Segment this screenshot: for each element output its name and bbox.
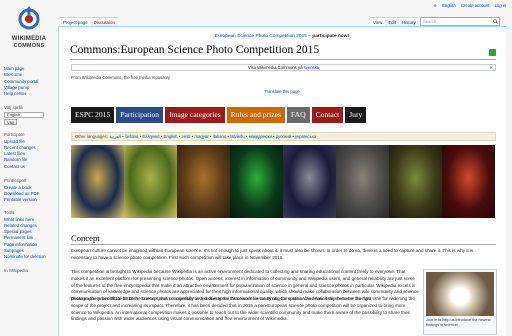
logo-wordmark-line1: WIKIMEDIA <box>11 36 47 42</box>
competition-banner: European Science Photo Competition 2015 … <box>59 34 505 39</box>
language-notice: Visa Wikimedia Commons på svenska ✕ <box>71 64 496 71</box>
language-heading: Välj språk <box>4 105 24 110</box>
photo-bacteria[interactable] <box>442 145 495 218</box>
search-input[interactable]: Search <box>420 17 500 26</box>
concept-heading: Concept <box>71 233 100 243</box>
personal-tools: ⊕ English Create account Log in <box>429 3 506 8</box>
globe-icon[interactable]: ⊕ <box>433 3 437 8</box>
photo-forest[interactable] <box>389 145 442 218</box>
log-in-link[interactable]: Log in <box>495 3 506 8</box>
concept-divider <box>71 244 496 245</box>
language-notice-link[interactable]: svenska <box>304 65 319 70</box>
tab-view[interactable]: View <box>370 17 386 26</box>
photo-fluorescence[interactable] <box>230 145 283 218</box>
nav-button-participation[interactable]: Participation <box>116 107 164 123</box>
commons-logo-icon <box>18 6 40 30</box>
sidebar-print-export: Print/export Create a book Download as P… <box>4 178 39 203</box>
photo-crystal[interactable] <box>71 145 124 218</box>
language-link[interactable]: English <box>442 3 456 8</box>
concept-paragraph-3: Between the years 2011–2013 the concept … <box>71 296 415 322</box>
other-languages-bar: Other languages: العربية • čeština • Ελλ… <box>71 132 496 141</box>
sidebar: WIKIMEDIA COMMONS Main page Welcome Comm… <box>0 0 58 336</box>
content-area: European Science Photo Competition 2015 … <box>58 26 506 336</box>
banner-title-link[interactable]: European Science Photo Competition 2015 <box>215 34 307 39</box>
sidebar-item-nominate-deletion[interactable]: Nominate for deletion <box>4 254 46 260</box>
concept-paragraph-1: European culture cannot be imagined with… <box>71 248 474 260</box>
tab-discussion[interactable]: Discussion <box>90 17 118 26</box>
title-divider <box>70 59 496 60</box>
banner-note: – participate now! <box>306 34 350 39</box>
nav-button-rules-and-prizes[interactable]: Rules and prizes <box>226 107 285 123</box>
sidebar-tools: Tools What links here Related changes Sp… <box>4 210 46 261</box>
thumbnail-caption: Join in to help us introduce the newest … <box>426 318 491 327</box>
nav-button-image-categories[interactable]: Image categories <box>165 107 225 123</box>
photo-seeds[interactable] <box>177 145 230 218</box>
participate-heading: Participate <box>4 132 25 137</box>
close-icon[interactable]: ✕ <box>489 65 493 71</box>
thumbnail-image[interactable] <box>426 272 494 316</box>
language-notice-text: Visa Wikimedia Commons på <box>247 65 304 70</box>
sidebar-participate: Participate Upload file Recent changes L… <box>4 132 36 170</box>
location-icon[interactable] <box>489 49 496 56</box>
other-languages-label: Other languages: <box>75 134 108 139</box>
nav-button-espc-2015[interactable]: ESPC 2015 <box>71 107 115 123</box>
other-languages-list[interactable]: العربية • čeština • Ελληνικά • English •… <box>109 134 316 139</box>
sidebar-item-printable-version[interactable]: Printable version <box>4 197 39 203</box>
in-wikipedia-heading: In Wikipedia <box>4 268 28 273</box>
wikimedia-commons-logo[interactable]: WIKIMEDIA COMMONS <box>4 2 54 60</box>
tab-project-page[interactable]: Project page <box>60 17 91 26</box>
nav-button-faq[interactable]: FAQ <box>286 107 310 123</box>
competition-nav: ESPC 2015 Participation Image categories Ru… <box>71 107 368 123</box>
photo-gallery <box>71 145 495 218</box>
sidebar-item-help-center[interactable]: Help center <box>4 91 38 97</box>
translate-link[interactable]: Translate this page <box>59 89 505 94</box>
language-apply-button[interactable]: Välj <box>4 118 17 125</box>
thumbnail: Join in to help us introduce the newest … <box>423 269 497 335</box>
logo-wordmark-line2: COMMONS <box>13 43 45 49</box>
sidebar-main-nav: Main page Welcome Community portal Villa… <box>4 66 38 97</box>
sidebar-language-selector: Välj språk English Välj <box>4 105 44 125</box>
photo-rock[interactable] <box>336 145 389 218</box>
photo-cell[interactable] <box>283 145 336 218</box>
tools-heading: Tools <box>4 210 15 215</box>
language-select[interactable]: English <box>4 111 44 118</box>
namespace-tabs: Project page Discussion <box>60 17 118 26</box>
sidebar-item-contact-us[interactable]: Contact us <box>4 164 36 170</box>
search-icon[interactable] <box>493 19 498 24</box>
tab-edit[interactable]: Edit <box>385 17 400 26</box>
nav-button-jury[interactable]: Jury <box>345 107 367 123</box>
photo-plant-cells[interactable] <box>124 145 177 218</box>
nav-button-contact[interactable]: Contact <box>311 107 344 123</box>
sidebar-item-community-portal[interactable]: Community portal <box>4 79 38 85</box>
create-account-link[interactable]: Create account <box>461 3 489 8</box>
print-heading: Print/export <box>4 178 27 183</box>
tab-history[interactable]: History <box>399 17 419 26</box>
page-title: Commons:European Science Photo Competiti… <box>70 44 320 56</box>
view-tabs: View Edit History <box>370 17 419 26</box>
sidebar-in-wikipedia: In Wikipedia <box>4 268 28 275</box>
site-subtitle: From Wikimedia Commons, the free media r… <box>71 75 171 80</box>
